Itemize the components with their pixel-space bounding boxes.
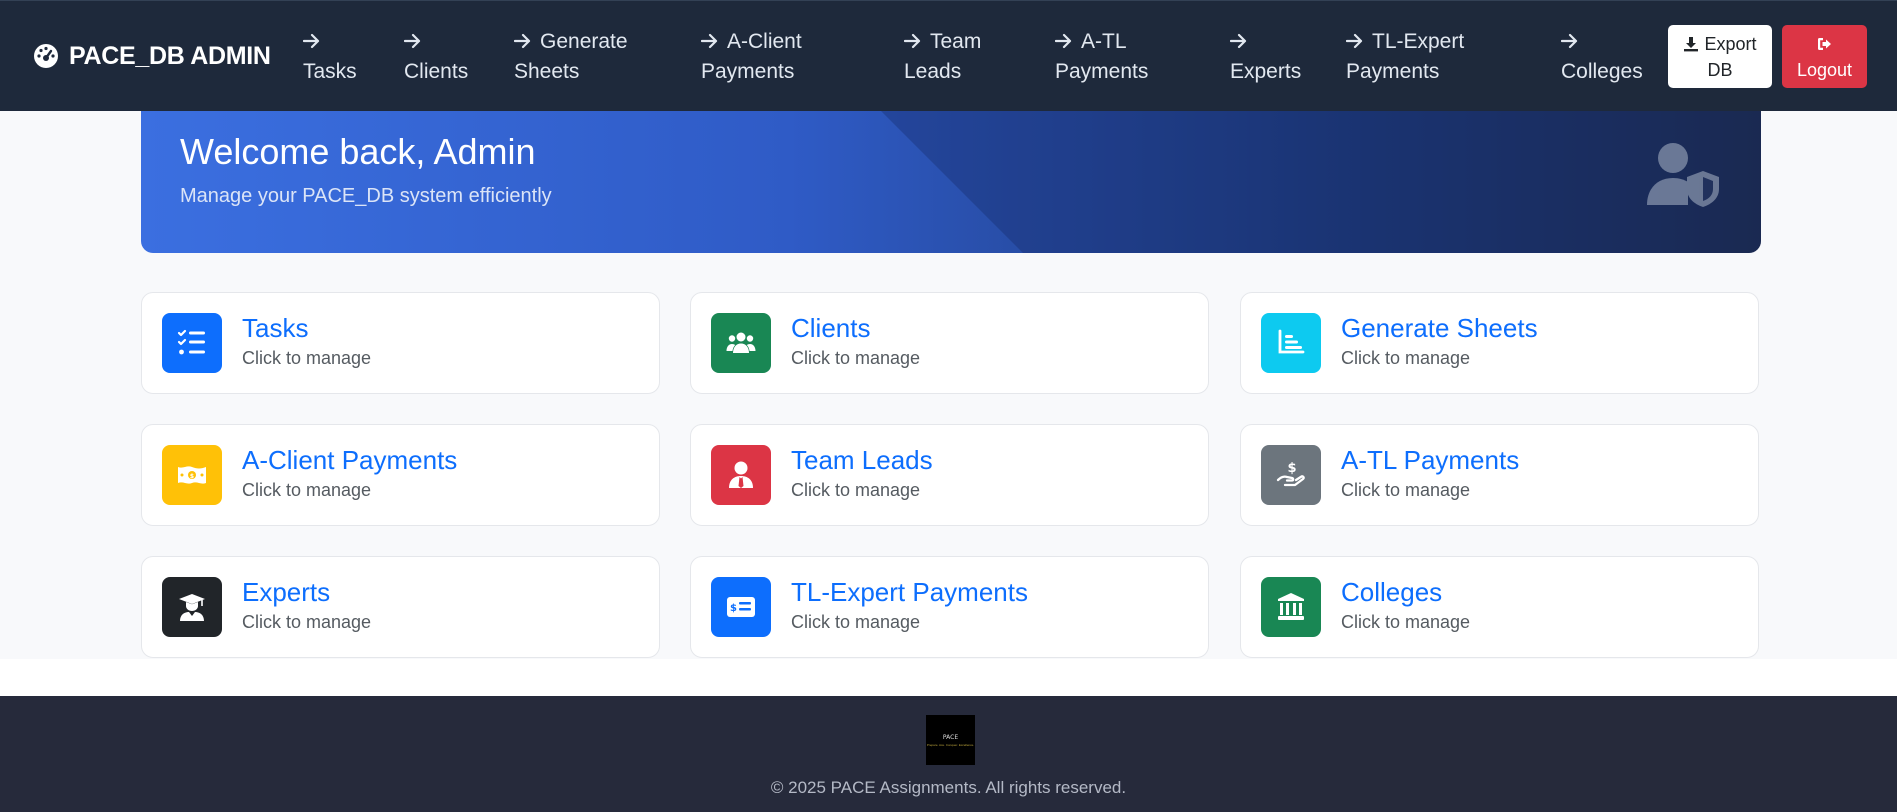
export-label-line2: DB	[1707, 60, 1733, 80]
banner-decoration	[881, 111, 1761, 253]
brand[interactable]: PACE_DB ADMIN	[33, 42, 303, 71]
nav-link-label: Experts	[1230, 60, 1302, 83]
welcome-subtitle: Manage your PACE_DB system efficiently	[180, 185, 552, 207]
card-subtitle: Click to manage	[1341, 348, 1471, 368]
university-icon	[1261, 577, 1321, 637]
card-subtitle: Click to manage	[242, 480, 372, 500]
export-label: Export	[1704, 34, 1757, 54]
card-subtitle: Click to manage	[242, 348, 372, 368]
hand-dollar-icon: $	[1261, 445, 1321, 505]
sign-out-icon	[1817, 38, 1831, 50]
logout-button[interactable]: Logout	[1782, 25, 1867, 88]
money-icon: $	[162, 445, 222, 505]
logout-label: Logout	[1796, 60, 1853, 80]
nav-link-label: A-TL	[1081, 30, 1127, 53]
welcome-banner: Welcome back, Admin Manage your PACE_DB …	[141, 111, 1761, 253]
card-generate-sheets[interactable]: Generate Sheets Click to manage	[1240, 292, 1759, 394]
card-title: Tasks	[242, 313, 309, 343]
nav-link-label: A-Client	[727, 30, 802, 53]
arrow-right-icon	[1346, 33, 1363, 49]
card-a-tl-payments[interactable]: $ A-TL Payments Click to manage	[1240, 424, 1759, 526]
user-tie-icon	[711, 445, 771, 505]
top-navbar: PACE_DB ADMIN Tasks Clients Generate She…	[0, 0, 1897, 111]
nav-link-tl-expert-payments[interactable]: TL-Expert Payments	[1346, 1, 1561, 111]
nav-link-label: TL-Expert	[1372, 30, 1465, 53]
nav-link-team-leads[interactable]: Team Leads	[904, 1, 1055, 111]
svg-text:$: $	[730, 603, 737, 614]
nav-actions: Export DB Logout	[1668, 25, 1867, 88]
chart-icon	[1261, 313, 1321, 373]
card-title: Clients	[791, 313, 871, 343]
card-subtitle: Click to manage	[791, 348, 921, 368]
card-experts[interactable]: Experts Click to manage	[141, 556, 660, 658]
arrow-right-icon	[1561, 33, 1578, 49]
nav-link-label: Team	[930, 30, 982, 53]
card-title: Colleges	[1341, 577, 1443, 607]
footer: PACE Prepare. Ace. Conquer. Excellence. …	[0, 696, 1897, 812]
nav-link-label: Leads	[904, 60, 962, 83]
card-a-client-payments[interactable]: $ A-Client Payments Click to manage	[141, 424, 660, 526]
nav-link-a-tl-payments[interactable]: A-TL Payments	[1055, 1, 1230, 111]
card-subtitle: Click to manage	[791, 480, 921, 500]
nav-link-clients[interactable]: Clients	[404, 1, 514, 111]
arrow-right-icon	[904, 33, 921, 49]
svg-text:$: $	[1287, 461, 1296, 476]
nav-link-generate-sheets[interactable]: Generate Sheets	[514, 1, 701, 111]
card-title: Experts	[242, 577, 331, 607]
nav-link-label: Payments	[701, 60, 795, 83]
user-shield-icon	[1647, 143, 1719, 207]
users-icon	[711, 313, 771, 373]
nav-link-label: Sheets	[514, 60, 580, 83]
card-tasks[interactable]: Tasks Click to manage	[141, 292, 660, 394]
arrow-right-icon	[404, 33, 421, 49]
footer-logo: PACE Prepare. Ace. Conquer. Excellence.	[926, 715, 975, 765]
card-clients[interactable]: Clients Click to manage	[690, 292, 1209, 394]
nav-link-colleges[interactable]: Colleges	[1561, 1, 1671, 111]
nav-link-label: Generate	[540, 30, 628, 53]
nav-link-tasks[interactable]: Tasks	[303, 1, 404, 111]
graduate-icon	[162, 577, 222, 637]
money-check-icon: $	[711, 577, 771, 637]
arrow-right-icon	[1230, 33, 1247, 49]
arrow-right-icon	[701, 33, 718, 49]
tasks-icon	[162, 313, 222, 373]
card-title: A-Client Payments	[242, 445, 458, 475]
footer-spacer	[0, 659, 1897, 696]
card-title: Team Leads	[791, 445, 933, 475]
copyright-text: © 2025 PACE Assignments. All rights rese…	[770, 778, 1127, 797]
nav-link-label: Colleges	[1561, 60, 1643, 83]
nav-link-experts[interactable]: Experts	[1230, 1, 1346, 111]
card-team-leads[interactable]: Team Leads Click to manage	[690, 424, 1209, 526]
arrow-right-icon	[303, 33, 320, 49]
nav-link-label: Clients	[404, 60, 469, 83]
dashboard-gauge-icon	[33, 43, 59, 69]
nav-link-label: Tasks	[303, 60, 357, 83]
card-subtitle: Click to manage	[1341, 612, 1471, 632]
download-icon	[1684, 37, 1699, 52]
export-db-button[interactable]: Export DB	[1668, 25, 1772, 88]
card-colleges[interactable]: Colleges Click to manage	[1240, 556, 1759, 658]
brand-label: PACE_DB ADMIN	[69, 41, 271, 70]
welcome-title: Welcome back, Admin	[180, 131, 536, 172]
arrow-right-icon	[1055, 33, 1072, 49]
nav-link-label: Payments	[1055, 60, 1149, 83]
svg-text:$: $	[190, 473, 194, 480]
card-subtitle: Click to manage	[791, 612, 921, 632]
card-title: TL-Expert Payments	[791, 577, 1028, 607]
nav-links: Tasks Clients Generate Sheets A-Client P…	[303, 1, 1671, 111]
card-tl-expert-payments[interactable]: $ TL-Expert Payments Click to manage	[690, 556, 1209, 658]
arrow-right-icon	[514, 33, 531, 49]
card-title: A-TL Payments	[1341, 445, 1520, 475]
card-title: Generate Sheets	[1341, 313, 1538, 343]
card-subtitle: Click to manage	[1341, 480, 1471, 500]
nav-link-a-client-payments[interactable]: A-Client Payments	[701, 1, 904, 111]
card-subtitle: Click to manage	[242, 612, 372, 632]
nav-link-label: Payments	[1346, 60, 1440, 83]
